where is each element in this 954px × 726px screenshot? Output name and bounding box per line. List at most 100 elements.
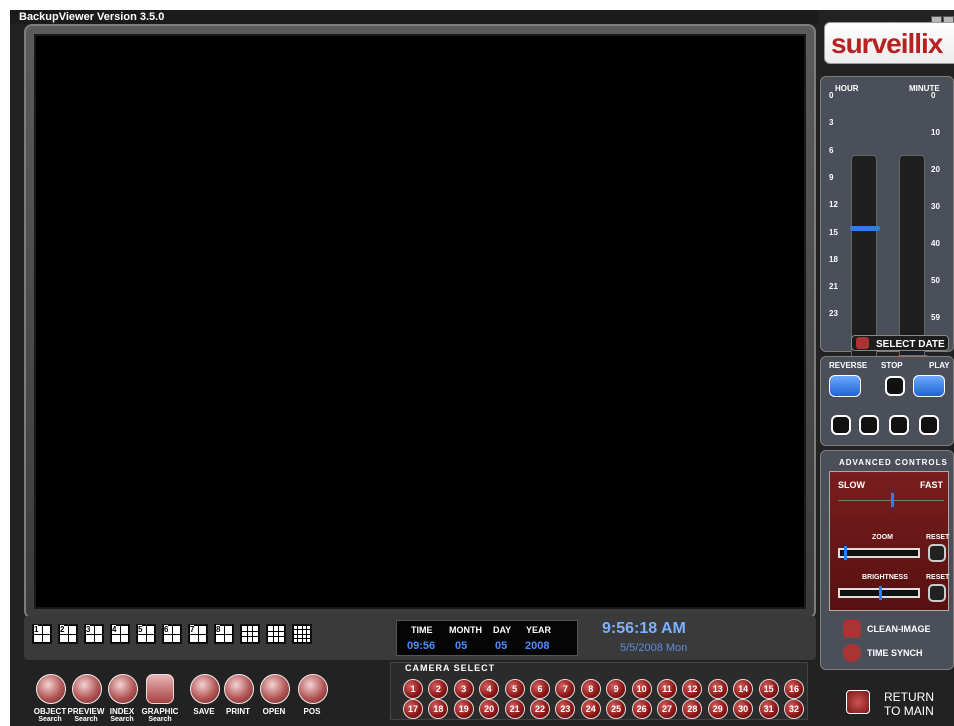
select-date-button[interactable]: SELECT DATE [851, 335, 949, 351]
brightness-slider-knob[interactable] [879, 586, 882, 600]
camera-button-4[interactable]: 4 [479, 679, 500, 699]
clean-image-button[interactable]: CLEAN-IMAGE [843, 619, 947, 639]
hour-slider-knob[interactable] [850, 226, 880, 232]
tool-button-5[interactable] [190, 674, 220, 704]
camera-button-15[interactable]: 15 [758, 679, 779, 699]
camera-button-32[interactable]: 32 [784, 699, 804, 719]
camera-button-22[interactable]: 22 [530, 699, 550, 719]
layout-cell [301, 629, 307, 635]
layout-button-9[interactable] [240, 624, 260, 644]
layout-button-2[interactable]: 2 [58, 624, 78, 644]
return-to-main-button[interactable]: RETURN TO MAIN [846, 684, 954, 722]
camera-button-20[interactable]: 20 [479, 699, 500, 719]
return-line2: TO MAIN [884, 704, 934, 718]
tool-button-6[interactable] [224, 674, 254, 704]
camera-button-23[interactable]: 23 [555, 699, 576, 719]
time-value: 09:56 [407, 640, 436, 652]
layout-cell [297, 629, 303, 635]
datetime-display: TIME MONTH DAY YEAR 09:56 05 05 2008 [396, 620, 578, 656]
tool-label-top: OPEN [262, 707, 286, 716]
stop-label: STOP [881, 361, 903, 370]
layout-button-4[interactable]: 4 [110, 624, 130, 644]
layout-cell [272, 636, 280, 643]
camera-button-19[interactable]: 19 [453, 699, 474, 719]
camera-button-7[interactable]: 7 [555, 679, 576, 699]
camera-button-27[interactable]: 27 [657, 699, 677, 719]
camera-button-14[interactable]: 14 [733, 679, 754, 699]
layout-button-11[interactable] [292, 624, 312, 644]
camera-button-1[interactable]: 1 [403, 679, 423, 699]
camera-button-8[interactable]: 8 [580, 679, 601, 699]
tool-label-top: GRAPHIC [141, 707, 179, 716]
camera-button-9[interactable]: 9 [606, 679, 627, 699]
camera-button-3[interactable]: 3 [453, 679, 474, 699]
reverse-button[interactable] [829, 375, 861, 397]
layout-cell [301, 624, 307, 631]
layout-cell [292, 633, 299, 639]
minute-tick-label: 0 [931, 91, 936, 100]
brightness-reset-button[interactable] [928, 584, 946, 602]
layout-cell [119, 625, 129, 635]
camera-button-10[interactable]: 10 [631, 679, 652, 699]
camera-button-24[interactable]: 24 [580, 699, 601, 719]
layout-button-5[interactable]: 5 [136, 624, 156, 644]
camera-button-26[interactable]: 26 [631, 699, 652, 719]
last-frame-button[interactable] [919, 415, 939, 435]
first-frame-button[interactable] [831, 415, 851, 435]
layout-button-3[interactable]: 3 [84, 624, 104, 644]
hour-tick-label: 0 [829, 91, 834, 100]
camera-button-21[interactable]: 21 [504, 699, 525, 719]
zoom-slider-knob[interactable] [843, 546, 847, 560]
video-display [34, 34, 806, 609]
clock-icon [843, 644, 861, 662]
camera-button-18[interactable]: 18 [428, 699, 449, 719]
camera-button-16[interactable]: 16 [784, 679, 804, 699]
camera-button-30[interactable]: 30 [733, 699, 754, 719]
layout-button-7[interactable]: 7 [188, 624, 208, 644]
camera-button-31[interactable]: 31 [758, 699, 779, 719]
play-button[interactable] [913, 375, 945, 397]
tool-label-bottom: Search [38, 716, 62, 723]
layout-button-8[interactable]: 8 [214, 624, 234, 644]
layout-button-10[interactable] [266, 624, 286, 644]
zoom-slider[interactable] [838, 546, 920, 560]
previous-frame-button[interactable] [859, 415, 879, 435]
camera-button-11[interactable]: 11 [657, 679, 677, 699]
month-label: MONTH [449, 625, 482, 635]
layout-cell [297, 624, 303, 631]
tool-button-2[interactable] [72, 674, 102, 704]
camera-button-28[interactable]: 28 [682, 699, 703, 719]
layout-cell [171, 633, 181, 643]
camera-button-5[interactable]: 5 [504, 679, 525, 699]
tool-label-top: PREVIEW [67, 707, 105, 716]
camera-button-29[interactable]: 29 [707, 699, 728, 719]
brightness-slider[interactable] [838, 586, 920, 600]
right-control-panel: surveillix HOUR MINUTE 0 3 6 9 12 15 18 21 23 01… [816, 10, 954, 726]
tool-button-3[interactable] [108, 674, 138, 704]
tool-button-8[interactable] [298, 674, 328, 704]
camera-button-13[interactable]: 13 [707, 679, 728, 699]
layout-cell [223, 625, 233, 635]
camera-button-17[interactable]: 17 [403, 699, 423, 719]
minute-tick-label: 20 [931, 165, 940, 174]
camera-button-12[interactable]: 12 [682, 679, 703, 699]
layout-button-6[interactable]: 6 [162, 624, 182, 644]
camera-button-2[interactable]: 2 [428, 679, 449, 699]
next-frame-button[interactable] [889, 415, 909, 435]
tool-button-1[interactable] [36, 674, 66, 704]
tool-label-3: INDEX Search [102, 708, 142, 724]
tool-button-4[interactable] [146, 674, 174, 704]
tool-button-7[interactable] [260, 674, 290, 704]
stop-button[interactable] [885, 376, 905, 396]
layout-button-1[interactable]: 1 [32, 624, 52, 644]
layout-cell [301, 633, 307, 639]
tool-label-top: OBJECT [33, 707, 67, 716]
zoom-reset-button[interactable] [928, 544, 946, 562]
time-synch-button[interactable]: TIME SYNCH [843, 643, 947, 663]
day-label: DAY [493, 625, 512, 635]
camera-button-25[interactable]: 25 [606, 699, 627, 719]
speed-slider-knob[interactable] [891, 493, 894, 507]
layout-cell [305, 629, 312, 635]
camera-button-6[interactable]: 6 [530, 679, 550, 699]
layout-cell [215, 633, 225, 643]
